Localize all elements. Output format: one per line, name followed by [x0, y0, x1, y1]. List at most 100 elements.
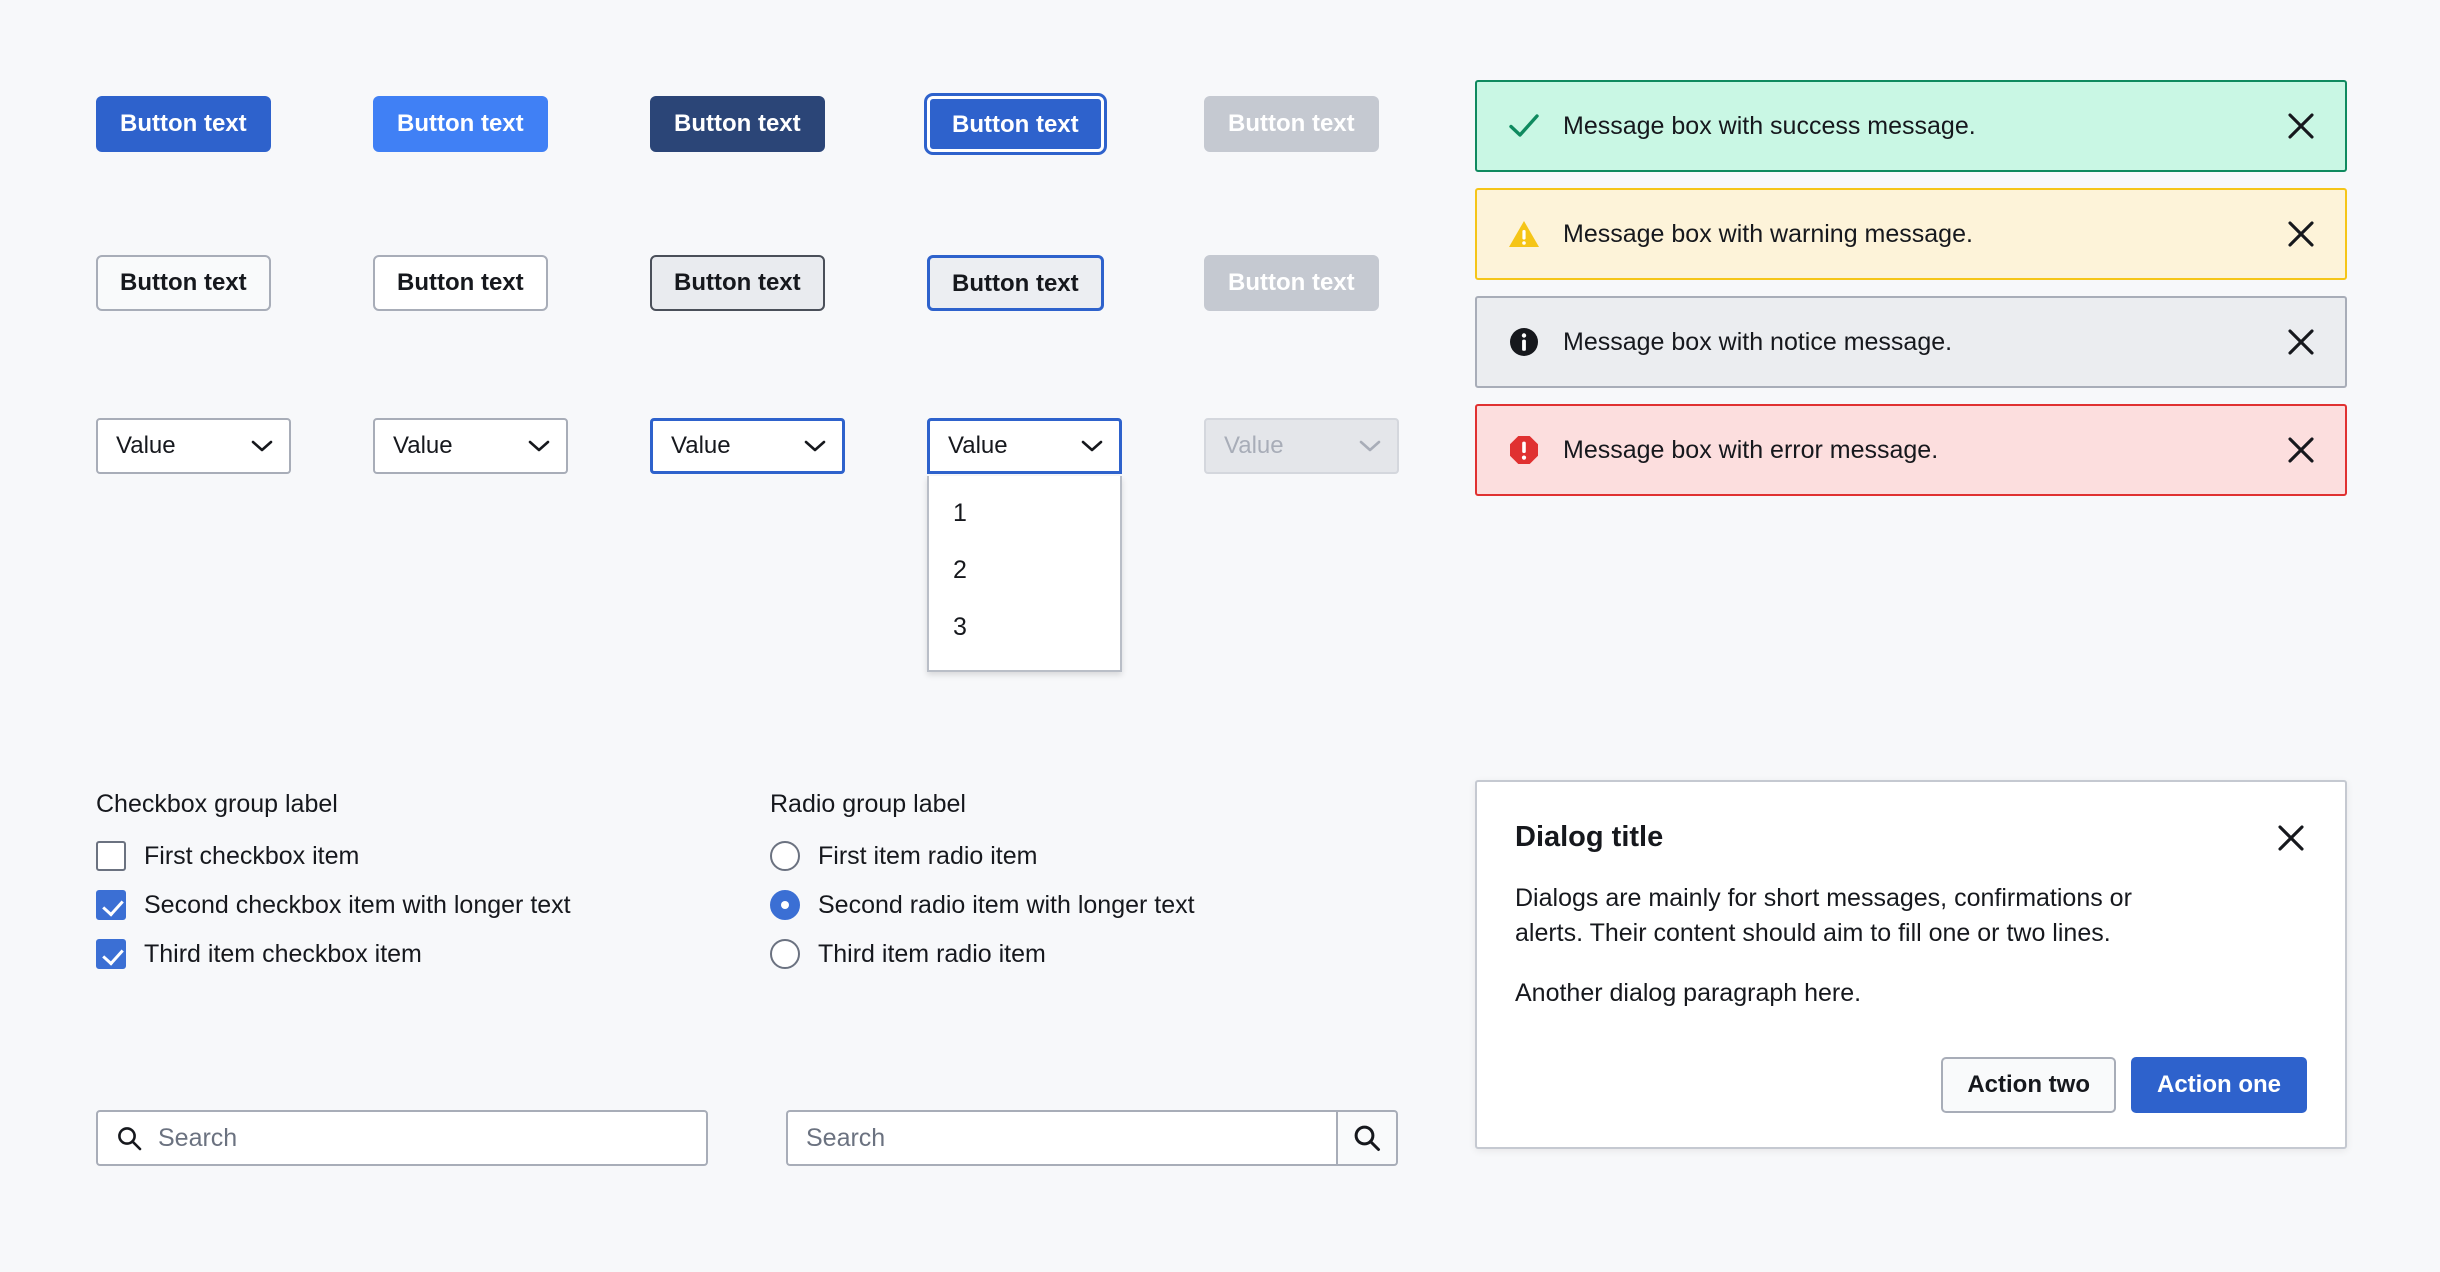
warning-triangle-icon [1509, 221, 1539, 247]
dialog-header: Dialog title [1515, 820, 2307, 855]
secondary-button-active[interactable]: Button text [650, 255, 825, 311]
select-option[interactable]: 2 [929, 542, 1120, 599]
select-option[interactable]: 1 [929, 476, 1120, 542]
chevron-down-icon [1359, 440, 1381, 452]
message-text: Message box with notice message. [1563, 327, 1953, 356]
left-column: Button text Button text Button text Butt… [0, 0, 1470, 1272]
primary-button-hover[interactable]: Button text [373, 96, 548, 152]
close-icon[interactable] [2285, 110, 2317, 142]
primary-button-default[interactable]: Button text [96, 96, 271, 152]
message-box-warning: Message box with warning message. [1475, 188, 2347, 280]
select-option[interactable]: 3 [929, 599, 1120, 670]
message-text: Message box with error message. [1563, 435, 1939, 464]
checkbox-item[interactable]: Second checkbox item with longer text [96, 890, 571, 920]
chevron-down-icon [1081, 440, 1103, 452]
select-options-menu: 1 2 3 [927, 476, 1122, 672]
select-value: Value [116, 432, 176, 459]
error-octagon-icon [1510, 436, 1538, 464]
dialog-action-one-button[interactable]: Action one [2131, 1057, 2307, 1114]
secondary-button-hover[interactable]: Button text [373, 255, 548, 311]
search-field[interactable]: Search [786, 1110, 1336, 1166]
search-icon [1354, 1125, 1380, 1151]
checkbox-unchecked-icon[interactable] [96, 841, 126, 871]
info-circle-icon [1510, 328, 1538, 356]
radio-item-label: Second radio item with longer text [818, 890, 1195, 919]
radio-unselected-icon[interactable] [770, 939, 800, 969]
checkbox-item[interactable]: First checkbox item [96, 841, 571, 871]
checkbox-group: Checkbox group label First checkbox item… [96, 790, 571, 969]
search-input-with-button: Search [786, 1110, 1398, 1166]
select-focus[interactable]: Value [650, 418, 845, 474]
checkbox-item-label: Third item checkbox item [144, 939, 422, 968]
secondary-button-disabled: Button text [1204, 255, 1379, 311]
radio-unselected-icon[interactable] [770, 841, 800, 871]
select-open[interactable]: Value [927, 418, 1122, 474]
primary-button-disabled: Button text [1204, 96, 1379, 152]
primary-button-row: Button text Button text Button text Butt… [96, 96, 1481, 152]
chevron-down-icon [804, 440, 826, 452]
radio-group: Radio group label First item radio item … [770, 790, 1195, 969]
primary-button-focus[interactable]: Button text [927, 96, 1104, 152]
check-icon [1509, 114, 1539, 137]
select-default[interactable]: Value [96, 418, 291, 474]
secondary-button-focus[interactable]: Button text [927, 255, 1104, 311]
select-row: Value Value Value Value 1 2 3 Value [96, 418, 1481, 672]
dialog-actions: Action two Action one [1515, 1057, 2307, 1114]
radio-item[interactable]: First item radio item [770, 841, 1195, 871]
secondary-button-row: Button text Button text Button text Butt… [96, 255, 1481, 311]
select-value: Value [1224, 432, 1284, 459]
button-slot: Button text [650, 255, 927, 311]
checkbox-item[interactable]: Third item checkbox item [96, 939, 571, 969]
chevron-down-icon [528, 440, 550, 452]
close-icon[interactable] [2275, 822, 2307, 854]
radio-item-label: First item radio item [818, 841, 1038, 870]
button-slot: Button text [927, 255, 1204, 311]
radio-item-label: Third item radio item [818, 939, 1046, 968]
message-box-notice: Message box with notice message. [1475, 296, 2347, 388]
checkbox-checked-icon[interactable] [96, 939, 126, 969]
select-disabled: Value [1204, 418, 1399, 474]
button-slot: Button text [373, 96, 650, 152]
message-text: Message box with warning message. [1563, 219, 1973, 248]
checkbox-group-label: Checkbox group label [96, 790, 338, 818]
button-slot: Button text [373, 255, 650, 311]
chevron-down-icon [251, 440, 273, 452]
search-placeholder: Search [806, 1123, 886, 1152]
checkbox-item-label: Second checkbox item with longer text [144, 890, 571, 919]
button-slot: Button text [96, 96, 373, 152]
select-slot: Value [650, 418, 927, 474]
select-value: Value [671, 432, 731, 459]
dialog-paragraph-1: Dialogs are mainly for short messages, c… [1515, 883, 2132, 948]
close-icon[interactable] [2285, 326, 2317, 358]
search-submit-button[interactable] [1336, 1110, 1398, 1166]
checkbox-item-label: First checkbox item [144, 841, 360, 870]
radio-selected-icon[interactable] [770, 890, 800, 920]
message-box-error: Message box with error message. [1475, 404, 2347, 496]
close-icon[interactable] [2285, 434, 2317, 466]
message-text: Message box with success message. [1563, 111, 1976, 140]
select-hover[interactable]: Value [373, 418, 568, 474]
button-slot: Button text [1204, 96, 1481, 152]
select-value: Value [393, 432, 453, 459]
radio-group-label: Radio group label [770, 790, 966, 818]
search-placeholder: Search [158, 1123, 238, 1152]
search-input-inline[interactable]: Search [96, 1110, 708, 1166]
dialog-title: Dialog title [1515, 821, 1664, 853]
close-icon[interactable] [2285, 218, 2317, 250]
button-slot: Button text [927, 96, 1204, 152]
dialog: Dialog title Dialogs are mainly for shor… [1475, 780, 2347, 1150]
primary-button-active[interactable]: Button text [650, 96, 825, 152]
select-slot: Value [96, 418, 373, 474]
button-slot: Button text [96, 255, 373, 311]
message-box-success: Message box with success message. [1475, 80, 2347, 172]
checkbox-checked-icon[interactable] [96, 890, 126, 920]
dialog-paragraph-2: Another dialog paragraph here. [1515, 978, 1862, 1007]
dialog-action-two-button[interactable]: Action two [1941, 1057, 2116, 1114]
search-icon [118, 1126, 142, 1150]
radio-item[interactable]: Second radio item with longer text [770, 890, 1195, 920]
select-slot: Value [1204, 418, 1481, 474]
component-library-page: Button text Button text Button text Butt… [0, 0, 2440, 1272]
secondary-button-default[interactable]: Button text [96, 255, 271, 311]
select-slot-open: Value 1 2 3 [927, 418, 1204, 672]
radio-item[interactable]: Third item radio item [770, 939, 1195, 969]
